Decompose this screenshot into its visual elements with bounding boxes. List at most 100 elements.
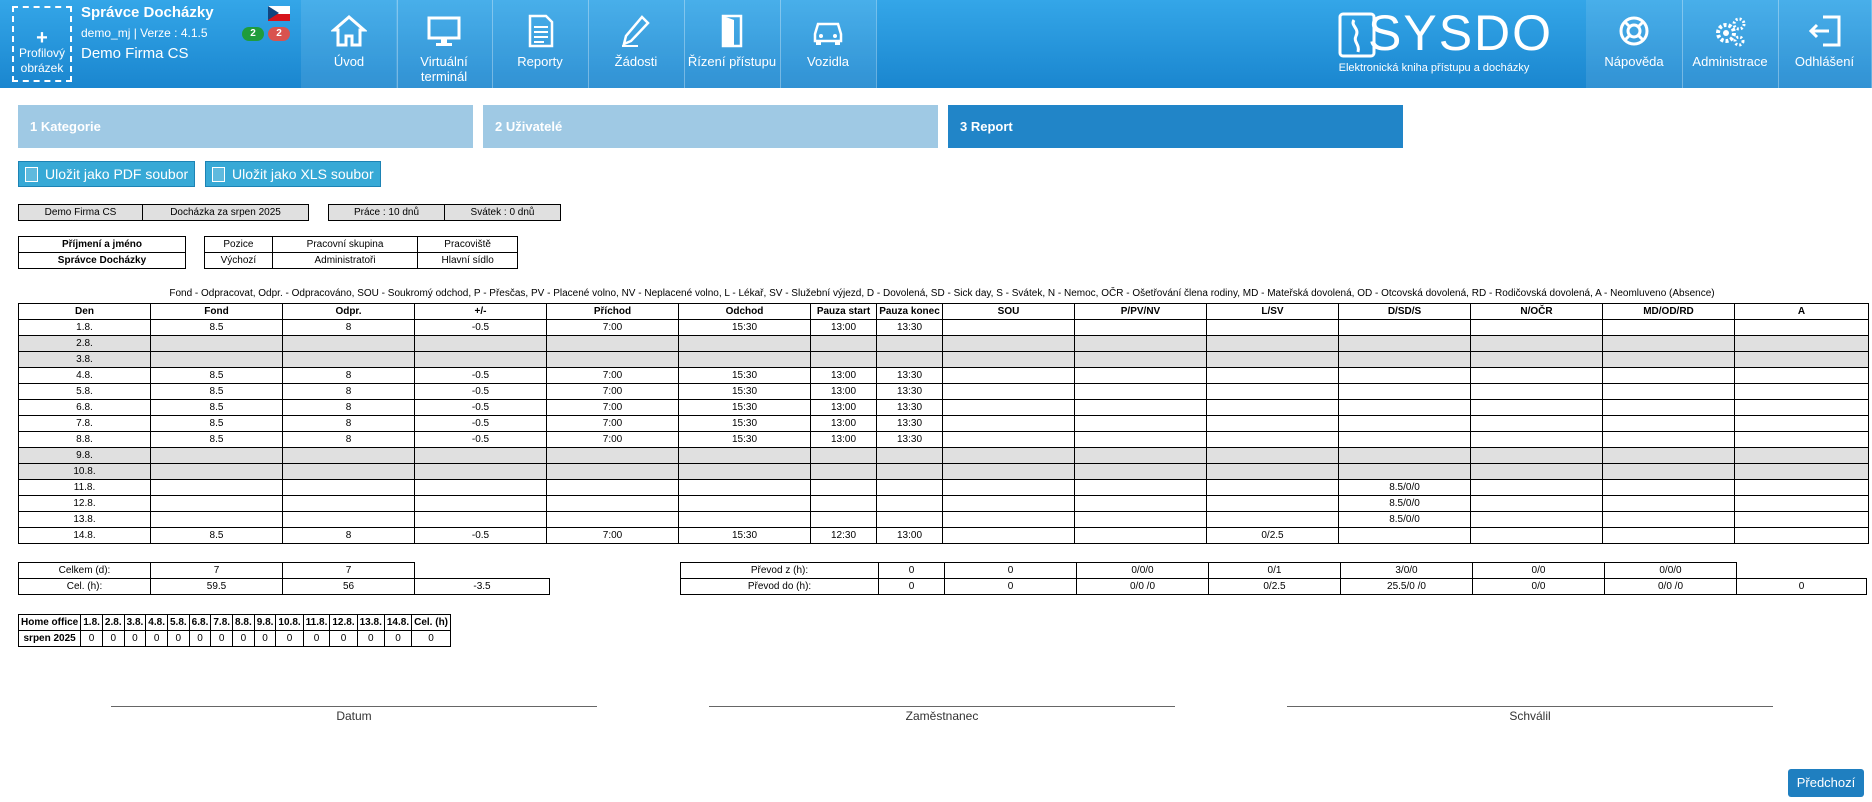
nav-vozidla[interactable]: Vozidla <box>780 0 877 88</box>
attendance-cell: 13:00 <box>810 415 877 432</box>
attendance-cell <box>876 335 943 352</box>
info-period: Docházka za srpen 2025 <box>142 204 309 221</box>
home-office-cell: 0 <box>166 630 190 647</box>
attendance-cell <box>150 351 283 368</box>
pen-icon <box>622 15 650 47</box>
attendance-cell: 8.5 <box>150 319 283 336</box>
attendance-cell <box>1602 367 1735 384</box>
home-office-cell: 0 <box>356 630 385 647</box>
attendance-cell: 8.5/0/0 <box>1338 511 1471 528</box>
home-office-header: 6.8. <box>188 614 212 631</box>
attendance-day-cell: 8.8. <box>18 431 151 448</box>
step-kategorie[interactable]: 1 Kategorie <box>18 105 473 148</box>
transfer-cell: 0/1 <box>1208 562 1341 579</box>
nav-administrace[interactable]: Administrace <box>1682 0 1779 88</box>
attendance-cell: 8.5 <box>150 383 283 400</box>
attendance-cell <box>546 463 679 480</box>
nav-napoveda[interactable]: Nápověda <box>1586 0 1683 88</box>
attendance-cell <box>282 511 415 528</box>
attendance-row: 4.8. 8.5 8 -0.5 7:00 15:30 13:00 13:30 <box>18 367 1869 384</box>
group-value: Administratoři <box>271 252 419 269</box>
attendance-cell: 8 <box>282 431 415 448</box>
attendance-cell: 8 <box>282 319 415 336</box>
file-xls-icon <box>212 167 225 182</box>
attendance-cell <box>1470 319 1603 336</box>
attendance-cell <box>1338 527 1471 544</box>
attendance-cell <box>1206 399 1339 416</box>
home-office-cell: 0 <box>188 630 212 647</box>
attendance-cell: 7:00 <box>546 431 679 448</box>
profile-picture[interactable]: + Profilový obrázek <box>12 6 72 82</box>
nav-label: Administrace <box>1692 54 1768 69</box>
save-pdf-button[interactable]: Uložit jako PDF soubor <box>18 161 196 187</box>
attendance-cell <box>1074 527 1207 544</box>
nav-reporty[interactable]: Reporty <box>492 0 589 88</box>
attendance-cell <box>942 399 1075 416</box>
attendance-cell: 13:00 <box>810 383 877 400</box>
attendance-cell: 8 <box>282 415 415 432</box>
czech-flag-icon[interactable] <box>268 6 290 21</box>
home-office-cell: 0 <box>101 630 125 647</box>
attendance-column-header: Odchod <box>678 303 811 320</box>
attendance-cell <box>1074 415 1207 432</box>
nav-label: Reporty <box>517 54 563 69</box>
nav-uvod[interactable]: Úvod <box>301 0 398 88</box>
signature-approved: Schválil <box>1287 706 1773 723</box>
totals-odpr: 56 <box>282 578 415 595</box>
attendance-cell <box>1074 495 1207 512</box>
attendance-column-header: Pauza start <box>810 303 877 320</box>
nav-zadosti[interactable]: Žádosti <box>588 0 685 88</box>
attendance-cell: 0/2.5 <box>1206 527 1339 544</box>
attendance-cell <box>678 335 811 352</box>
attendance-row: 2.8. <box>18 335 1869 352</box>
attendance-cell <box>282 495 415 512</box>
notification-badge-green[interactable]: 2 <box>242 27 264 41</box>
home-office-cell: 0 <box>80 630 103 647</box>
step-uzivatele[interactable]: 2 Uživatelé <box>483 105 938 148</box>
home-office-value-row: srpen 2025 0 0 0 0 0 0 0 0 0 0 0 0 0 0 0 <box>17 630 452 647</box>
attendance-cell <box>942 511 1075 528</box>
attendance-day-cell: 4.8. <box>18 367 151 384</box>
attendance-cell <box>1206 319 1339 336</box>
attendance-cell <box>1338 399 1471 416</box>
home-office-cell: 0 <box>411 630 452 647</box>
nav-label: Vozidla <box>807 54 849 69</box>
attendance-cell <box>1602 431 1735 448</box>
totals-diff <box>414 562 550 579</box>
nav-label: Virtuální terminál <box>420 54 468 84</box>
attendance-row: 14.8. 8.5 8 -0.5 7:00 15:30 12:30 13:00 0/2.5 <box>18 527 1869 544</box>
attendance-day-cell: 13.8. <box>18 511 151 528</box>
attendance-cell: 8.5 <box>150 367 283 384</box>
transfer-cell: 0/0 <box>1472 562 1605 579</box>
attendance-cell: 8.5 <box>150 415 283 432</box>
logo: SYSDO Elektronická kniha přístupu a doch… <box>1334 8 1551 74</box>
nav-odhlaseni[interactable]: Odhlášení <box>1778 0 1872 88</box>
attendance-day-cell: 11.8. <box>18 479 151 496</box>
attendance-row: 8.8. 8.5 8 -0.5 7:00 15:30 13:00 13:30 <box>18 431 1869 448</box>
notification-badge-red[interactable]: 2 <box>268 27 290 41</box>
home-office-cell: 0 <box>329 630 358 647</box>
attendance-cell <box>1074 431 1207 448</box>
attendance-cell: 15:30 <box>678 399 811 416</box>
attendance-cell <box>150 511 283 528</box>
previous-button[interactable]: Předchozí <box>1788 769 1864 797</box>
save-xls-button[interactable]: Uložit jako XLS soubor <box>205 161 381 187</box>
attendance-cell <box>1470 479 1603 496</box>
attendance-cell <box>1470 495 1603 512</box>
nav-label: Úvod <box>333 54 365 69</box>
attendance-cell: -0.5 <box>414 431 547 448</box>
attendance-cell <box>150 447 283 464</box>
step-report[interactable]: 3 Report <box>948 105 1403 148</box>
nav-rizeni-pristupu[interactable]: Řízení přístupu <box>684 0 781 88</box>
profile-label: Profilový obrázek <box>18 46 65 75</box>
nav-virtual-terminal[interactable]: Virtuální terminál <box>396 0 493 88</box>
attendance-cell: 8 <box>282 399 415 416</box>
home-office-header: 3.8. <box>123 614 147 631</box>
attendance-row: 11.8. 8.5/0/0 <box>18 479 1869 496</box>
attendance-cell: 7:00 <box>546 399 679 416</box>
home-office-month: srpen 2025 <box>17 630 82 647</box>
home-office-cell: 0 <box>210 630 234 647</box>
plus-icon: + <box>36 27 48 49</box>
attendance-cell <box>1734 335 1869 352</box>
attendance-cell <box>1074 399 1207 416</box>
